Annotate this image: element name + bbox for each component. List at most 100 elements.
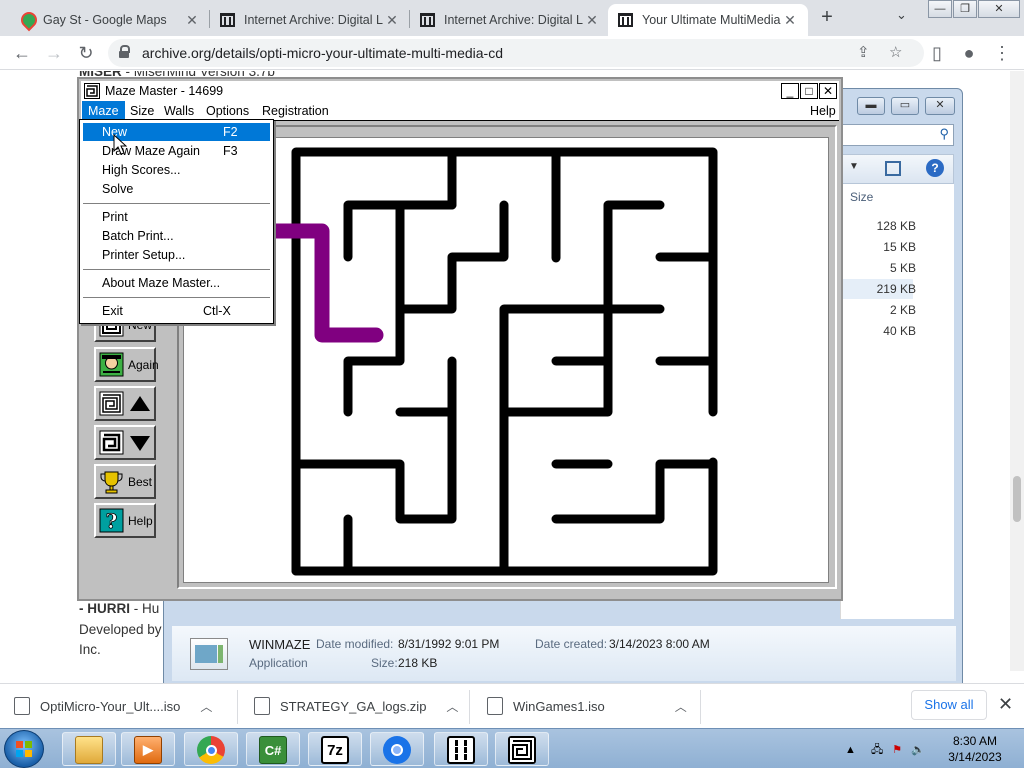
forward-button[interactable]: →	[43, 42, 65, 64]
help-icon[interactable]: ?	[926, 159, 944, 177]
flag-icon[interactable]: ⚑	[892, 744, 902, 756]
menu-options[interactable]: Options	[206, 104, 249, 118]
taskbar-media-player[interactable]: ▶	[121, 732, 175, 766]
maze-canvas[interactable]	[183, 137, 829, 583]
maze-drawing[interactable]	[184, 138, 828, 582]
menu-item-draw-maze-again[interactable]: Draw Maze Again F3	[83, 142, 270, 160]
tab-internet-archive-2[interactable]: Internet Archive: Digital L ✕	[410, 4, 610, 36]
minimize-button[interactable]: —	[928, 0, 952, 18]
chevron-down-icon[interactable]: ⌄	[896, 7, 907, 23]
preview-pane-icon[interactable]	[885, 161, 901, 176]
menu-walls[interactable]: Walls	[164, 104, 194, 118]
download-filename: OptiMicro-Your_Ult....iso	[40, 698, 181, 714]
menu-help[interactable]: Help	[810, 104, 836, 118]
new-tab-button[interactable]: +	[817, 6, 837, 28]
chevron-down-icon[interactable]: ▼	[849, 161, 859, 172]
close-icon[interactable]: ✕	[584, 12, 600, 29]
menu-item-exit[interactable]: Exit Ctl-X	[83, 302, 270, 320]
tab-title: Internet Archive: Digital L	[444, 13, 583, 27]
chevron-up-icon[interactable]: ︿	[200, 698, 212, 715]
taskbar-file-explorer[interactable]	[62, 732, 116, 766]
menu-registration[interactable]: Registration	[262, 104, 329, 118]
file-size: 5 KB	[889, 261, 916, 275]
menu-item-about[interactable]: About Maze Master...	[83, 274, 270, 292]
menu-kebab-icon[interactable]: ⋮	[991, 42, 1013, 64]
close-icon[interactable]: ✕	[384, 12, 400, 29]
taskbar-chromium[interactable]	[370, 732, 424, 766]
menu-maze[interactable]: Maze	[82, 101, 125, 121]
help-button[interactable]: ? Help	[94, 503, 156, 538]
menu-size[interactable]: Size	[130, 104, 154, 118]
taskbar-video-app[interactable]	[434, 732, 488, 766]
taskbar-csharp[interactable]: C#	[246, 732, 300, 766]
file-explorer-icon	[75, 736, 103, 764]
system-clock[interactable]: 8:30 AM 3/14/2023	[945, 733, 1005, 765]
minimize-button[interactable]: _	[781, 83, 799, 99]
size-column-header[interactable]: Size	[850, 190, 873, 204]
file-size: 219 KB	[876, 282, 916, 296]
chevron-up-icon[interactable]: ︿	[675, 698, 687, 715]
close-icon[interactable]: ✕	[998, 694, 1013, 715]
taskbar-chrome[interactable]	[184, 732, 238, 766]
menu-item-print[interactable]: Print	[83, 208, 270, 226]
chevron-up-icon[interactable]: ︿	[446, 698, 458, 715]
download-item-wingames[interactable]: WinGames1.iso ︿	[487, 694, 687, 718]
best-scores-button[interactable]: Best	[94, 464, 156, 499]
internet-archive-icon	[420, 13, 435, 27]
maze-title-bar[interactable]: Maze Master - 14699 _ □ ✕	[81, 81, 839, 101]
draw-again-button[interactable]: Again	[94, 347, 159, 382]
back-button[interactable]: ←	[11, 42, 33, 64]
download-item-strategy[interactable]: STRATEGY_GA_logs.zip ︿	[254, 694, 458, 718]
larger-maze-button[interactable]	[94, 386, 156, 421]
start-button[interactable]	[4, 730, 44, 768]
close-button[interactable]: ✕	[925, 97, 955, 115]
tab-ultimate-multimedia[interactable]: Your Ultimate MultiMedia ✕	[608, 4, 808, 36]
maximize-button[interactable]: ▭	[891, 97, 919, 115]
maze-canvas-frame	[177, 125, 837, 589]
tab-internet-archive-1[interactable]: Internet Archive: Digital L ✕	[210, 4, 410, 36]
chevron-up-icon[interactable]: ▲	[845, 744, 856, 756]
file-icon	[14, 697, 30, 715]
close-window-button[interactable]: ✕	[978, 0, 1020, 18]
page-text-inc: Inc.	[79, 642, 101, 657]
reload-button[interactable]: ↻	[75, 42, 97, 64]
again-label: Again	[128, 358, 159, 372]
menu-item-solve[interactable]: Solve	[83, 180, 270, 198]
close-button[interactable]: ✕	[819, 83, 837, 99]
profile-icon[interactable]: ●	[958, 42, 980, 64]
close-icon[interactable]: ✕	[184, 12, 200, 29]
best-label: Best	[128, 475, 153, 489]
application-icon	[190, 638, 228, 670]
menu-item-new[interactable]: New F2	[83, 123, 270, 141]
search-input[interactable]: ⚲	[840, 124, 954, 146]
smaller-maze-button[interactable]	[94, 425, 156, 460]
network-icon[interactable]: 🖧	[871, 744, 883, 756]
maze-master-icon	[508, 736, 536, 764]
url-text[interactable]: archive.org/details/opti-micro-your-ulti…	[142, 45, 503, 61]
csharp-icon: C#	[259, 736, 287, 764]
show-all-button[interactable]: Show all	[911, 690, 987, 720]
close-icon[interactable]: ✕	[782, 12, 798, 29]
minimize-button[interactable]: ▬	[857, 97, 885, 115]
share-icon[interactable]: ⇪	[857, 43, 870, 61]
address-bar[interactable]: archive.org/details/opti-micro-your-ulti…	[108, 39, 924, 67]
maximize-button[interactable]: □	[800, 83, 818, 99]
window-title: Maze Master - 14699	[105, 84, 224, 98]
browser-toolbar: ← → ↻ archive.org/details/opti-micro-you…	[0, 36, 1024, 70]
side-panel-icon[interactable]: ▯	[926, 42, 948, 64]
file-size: 128 KB	[876, 219, 916, 233]
maze-wall	[343, 200, 405, 417]
menu-item-high-scores[interactable]: High Scores...	[83, 161, 270, 179]
download-item-optimicro[interactable]: OptiMicro-Your_Ult....iso ︿	[14, 694, 212, 718]
maze-wall	[291, 356, 457, 524]
chrome-icon	[197, 736, 225, 764]
taskbar-maze-master[interactable]	[495, 732, 549, 766]
bookmark-star-icon[interactable]: ☆	[889, 43, 902, 61]
taskbar-7zip[interactable]: 7z	[308, 732, 362, 766]
tab-google-maps[interactable]: Gay St - Google Maps ✕	[10, 4, 210, 36]
menu-item-printer-setup[interactable]: Printer Setup...	[83, 246, 270, 264]
menu-item-batch-print[interactable]: Batch Print...	[83, 227, 270, 245]
page-scrollbar[interactable]	[1010, 71, 1024, 671]
restore-button[interactable]: ❐	[953, 0, 977, 18]
volume-icon[interactable]: 🔈	[911, 744, 925, 756]
